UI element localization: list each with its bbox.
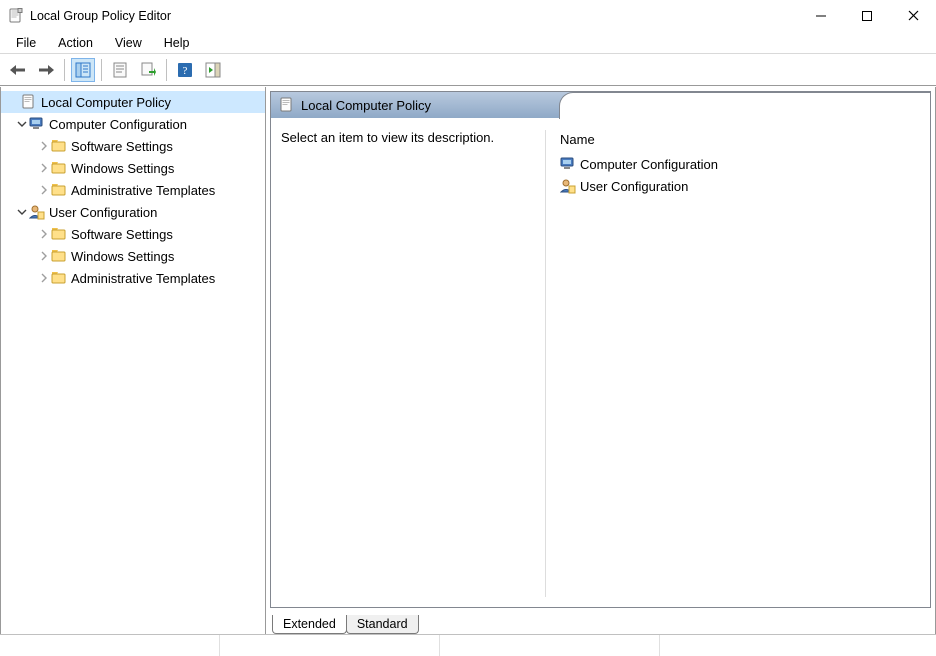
tree-node-label: User Configuration	[49, 205, 157, 220]
help-button[interactable]: ?	[173, 58, 197, 82]
tree-node-admin-templates[interactable]: Administrative Templates	[1, 179, 265, 201]
user-config-icon	[560, 178, 576, 194]
properties-button[interactable]	[108, 58, 132, 82]
expander-down-icon[interactable]	[15, 205, 29, 219]
folder-icon	[51, 226, 67, 242]
column-header-name[interactable]: Name	[556, 130, 920, 153]
tree-node-label: Software Settings	[71, 139, 173, 154]
toolbar-separator	[101, 59, 102, 81]
tree-node-label: Administrative Templates	[71, 183, 215, 198]
tree-node-windows-settings[interactable]: Windows Settings	[1, 157, 265, 179]
toolbar-separator	[166, 59, 167, 81]
folder-icon	[51, 248, 67, 264]
tree-node-root[interactable]: Local Computer Policy	[1, 91, 265, 113]
back-button[interactable]	[6, 58, 30, 82]
show-hide-action-pane-button[interactable]	[201, 58, 225, 82]
tabs-row: Extended Standard	[266, 612, 935, 634]
status-cell	[0, 635, 220, 656]
expander-right-icon[interactable]	[37, 227, 51, 241]
detail-area: Local Computer Policy Select an item to …	[270, 91, 931, 608]
expander-down-icon[interactable]	[15, 117, 29, 131]
tree-node-software-settings[interactable]: Software Settings	[1, 135, 265, 157]
toolbar: ?	[0, 54, 936, 86]
tree-node-software-settings[interactable]: Software Settings	[1, 223, 265, 245]
policy-icon	[21, 94, 37, 110]
close-button[interactable]	[890, 0, 936, 32]
tree-node-label: Software Settings	[71, 227, 173, 242]
tree-pane[interactable]: Local Computer Policy	[0, 87, 266, 634]
tab-extended[interactable]: Extended	[272, 615, 347, 634]
list-item-user-config[interactable]: User Configuration	[556, 175, 920, 197]
toolbar-separator	[64, 59, 65, 81]
user-config-icon	[29, 204, 45, 220]
expander-right-icon[interactable]	[37, 161, 51, 175]
menu-file[interactable]: File	[6, 34, 46, 52]
tab-standard[interactable]: Standard	[346, 615, 419, 634]
list-item-label: Computer Configuration	[580, 157, 718, 172]
tree-node-admin-templates[interactable]: Administrative Templates	[1, 267, 265, 289]
maximize-button[interactable]	[844, 0, 890, 32]
menu-action[interactable]: Action	[48, 34, 103, 52]
tree-node-label: Windows Settings	[71, 161, 174, 176]
expander-right-icon[interactable]	[37, 271, 51, 285]
list-item-label: User Configuration	[580, 179, 688, 194]
policy-icon	[279, 97, 295, 113]
window-controls	[798, 0, 936, 32]
expander-right-icon[interactable]	[37, 139, 51, 153]
menu-bar: File Action View Help	[0, 32, 936, 54]
tree-node-user-config[interactable]: User Configuration	[1, 201, 265, 223]
folder-icon	[51, 182, 67, 198]
status-cell	[440, 635, 660, 656]
expander-right-icon[interactable]	[37, 183, 51, 197]
status-bar	[0, 634, 936, 656]
folder-icon	[51, 270, 67, 286]
expander-right-icon[interactable]	[37, 249, 51, 263]
tree-node-label: Computer Configuration	[49, 117, 187, 132]
list-item-computer-config[interactable]: Computer Configuration	[556, 153, 920, 175]
tree-node-computer-config[interactable]: Computer Configuration	[1, 113, 265, 135]
window-title: Local Group Policy Editor	[30, 9, 171, 23]
tree-node-label: Local Computer Policy	[41, 95, 171, 110]
svg-text:?: ?	[183, 65, 188, 77]
menu-help[interactable]: Help	[154, 34, 200, 52]
computer-config-icon	[29, 116, 45, 132]
export-list-button[interactable]	[136, 58, 160, 82]
tree-node-label: Windows Settings	[71, 249, 174, 264]
show-hide-tree-button[interactable]	[71, 58, 95, 82]
forward-button[interactable]	[34, 58, 58, 82]
detail-body: Select an item to view its description. …	[271, 118, 930, 607]
app-icon	[8, 8, 24, 24]
tree-node-windows-settings[interactable]: Windows Settings	[1, 245, 265, 267]
main-area: Local Computer Policy	[0, 86, 936, 634]
detail-header: Local Computer Policy	[271, 92, 930, 118]
status-cell	[660, 635, 936, 656]
tree-node-label: Administrative Templates	[71, 271, 215, 286]
computer-config-icon	[560, 156, 576, 172]
status-cell	[220, 635, 440, 656]
minimize-button[interactable]	[798, 0, 844, 32]
description-column: Select an item to view its description.	[281, 130, 531, 597]
detail-header-title: Local Computer Policy	[301, 98, 431, 113]
folder-icon	[51, 138, 67, 154]
folder-icon	[51, 160, 67, 176]
description-text: Select an item to view its description.	[281, 130, 494, 145]
list-column: Name Computer Configuration	[545, 130, 920, 597]
menu-view[interactable]: View	[105, 34, 152, 52]
right-pane: Local Computer Policy Select an item to …	[266, 87, 936, 634]
title-bar: Local Group Policy Editor	[0, 0, 936, 32]
